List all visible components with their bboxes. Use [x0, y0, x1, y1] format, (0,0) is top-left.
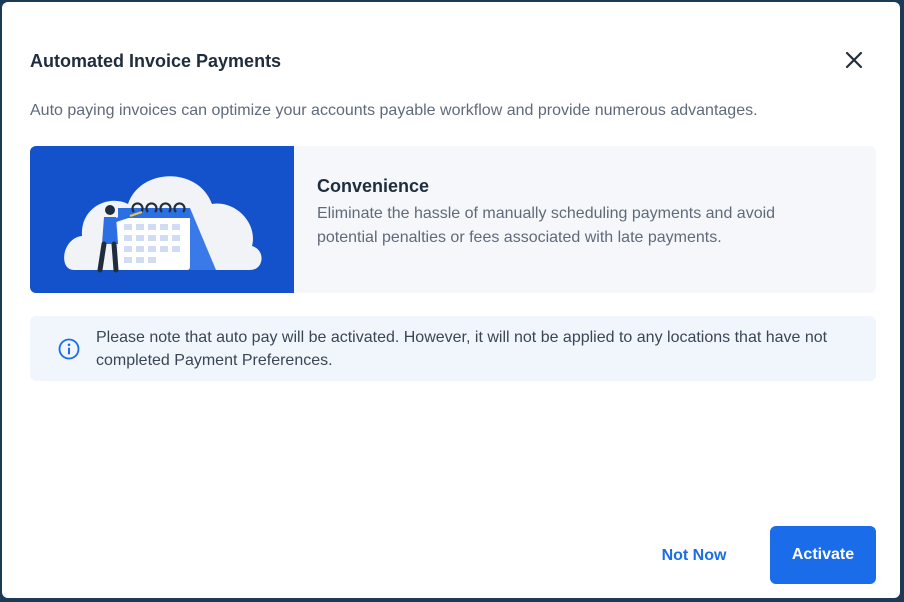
close-button[interactable]: [840, 46, 868, 74]
automated-payments-dialog: Automated Invoice Payments Auto paying i…: [2, 2, 900, 598]
feature-description: Eliminate the hassle of manually schedul…: [317, 205, 776, 246]
dialog-subtitle: Auto paying invoices can optimize your a…: [30, 102, 758, 119]
not-now-button[interactable]: Not Now: [642, 528, 746, 584]
feature-card: Convenience Eliminate the hassle of manu…: [30, 146, 876, 293]
info-icon: [58, 338, 80, 360]
activate-button[interactable]: Activate: [770, 526, 876, 584]
dialog-title: Automated Invoice Payments: [30, 51, 282, 71]
feature-title: Convenience: [317, 176, 430, 196]
info-note: Please note that auto pay will be activa…: [30, 316, 876, 381]
person-with-calendar-illustration: [30, 146, 294, 293]
close-icon: [845, 51, 863, 69]
info-note-text: Please note that auto pay will be activa…: [96, 329, 828, 369]
